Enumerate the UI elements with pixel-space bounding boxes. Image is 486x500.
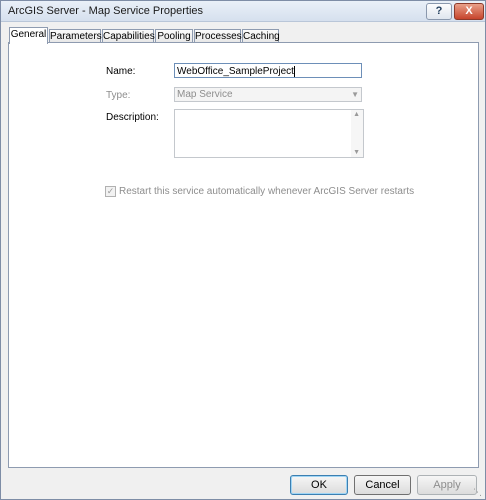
text-caret [293, 65, 295, 77]
name-value: WebOffice_SampleProject [177, 66, 294, 77]
chevron-down-icon: ▼ [351, 90, 359, 99]
resize-grip-icon[interactable]: ⋱ [473, 487, 483, 497]
type-value: Map Service [177, 89, 233, 100]
close-button[interactable]: X [454, 3, 484, 20]
cancel-button[interactable]: Cancel [354, 475, 411, 495]
window-title: ArcGIS Server - Map Service Properties [8, 5, 204, 17]
name-input[interactable]: WebOffice_SampleProject [174, 63, 362, 78]
restart-checkbox[interactable]: ✓ [105, 186, 116, 197]
scroll-up-icon[interactable]: ▲ [353, 111, 360, 118]
tab-pooling[interactable]: Pooling [155, 29, 193, 43]
tab-general[interactable]: General [9, 27, 48, 44]
name-label: Name: [106, 66, 136, 77]
tab-caching[interactable]: Caching [242, 29, 280, 43]
description-label: Description: [106, 112, 159, 123]
tab-parameters[interactable]: Parameters [49, 29, 102, 43]
tab-processes[interactable]: Processes [194, 29, 242, 43]
tab-capabilities[interactable]: Capabilities [102, 29, 155, 43]
description-textarea[interactable]: ▲ ▼ [174, 109, 364, 158]
apply-button[interactable]: Apply [417, 475, 477, 495]
type-dropdown[interactable]: Map Service ▼ [174, 87, 362, 102]
restart-label: Restart this service automatically whene… [119, 186, 415, 197]
type-label: Type: [106, 90, 131, 101]
dialog-window: ArcGIS Server - Map Service Properties ?… [0, 0, 486, 500]
title-bar[interactable]: ArcGIS Server - Map Service Properties ?… [1, 1, 485, 22]
description-scrollbar[interactable]: ▲ ▼ [351, 110, 363, 157]
scroll-down-icon[interactable]: ▼ [353, 149, 360, 156]
help-button[interactable]: ? [426, 3, 452, 20]
ok-button[interactable]: OK [290, 475, 348, 495]
general-tab-panel: Name: WebOffice_SampleProject Type: Map … [8, 42, 479, 468]
